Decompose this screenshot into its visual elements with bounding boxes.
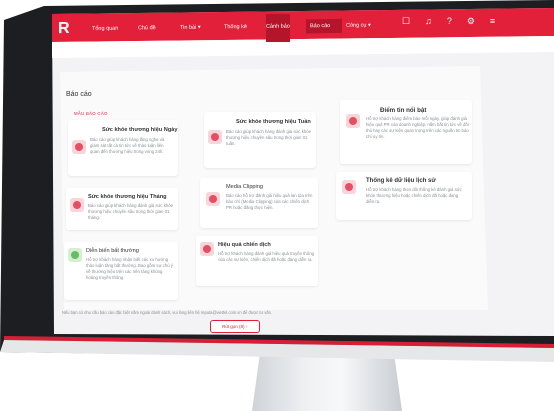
report-icon (346, 114, 360, 128)
card-title: Sức khỏe thương hiệu Tháng (88, 194, 167, 200)
card-desc: Báo cáo giúp khách hàng đánh giá sức khỏ… (88, 203, 174, 220)
nav-thong-ke[interactable]: Thống kê (220, 20, 262, 35)
menu-icon[interactable]: ≡ (490, 16, 495, 27)
bell-icon[interactable]: ♫ (425, 16, 432, 27)
card-title: Hiệu quả chiến dịch (218, 242, 271, 248)
report-icon (72, 140, 86, 154)
report-icon (70, 198, 84, 212)
page-title: Báo cáo (66, 91, 92, 98)
alert-icon (68, 248, 82, 262)
screen: R Tổng quan Chủ đề Tin bài ▾ Thống kê Cả… (0, 0, 554, 411)
nav-cong-cu[interactable]: Công cụ ▾ (342, 18, 386, 33)
help-icon[interactable]: ? (447, 16, 452, 27)
report-card-highlights[interactable]: Điểm tin nổi bật Hỗ trợ khách hàng điểm … (340, 100, 472, 164)
nav-tin-bai[interactable]: Tin bài ▾ (176, 20, 220, 35)
card-title: Media Clipping (226, 184, 264, 190)
report-card-campaign[interactable]: Hiệu quả chiến dịch Hỗ trợ khách hàng đá… (196, 236, 318, 286)
nav-canh-bao[interactable]: Cảnh báo (262, 19, 306, 34)
card-desc: Báo cáo giúp khách hàng đánh giá sức khỏ… (226, 129, 312, 146)
card-desc: Hỗ trợ khách hàng nhận biết các xu hướng… (86, 257, 173, 280)
gear-icon[interactable]: ⚙ (467, 16, 475, 27)
report-card-daily[interactable]: Sức khỏe thương hiệu Ngày Báo cáo giúp k… (68, 120, 178, 176)
card-desc: Báo cáo hỗ trợ đánh giá hiệu quả lan tỏa… (226, 193, 313, 210)
topbar-icons: ☐ ♫ ? ⚙ ≡ (402, 16, 495, 27)
notification-icon[interactable]: ☐ (402, 16, 410, 27)
card-desc: Hỗ trợ khách hàng đánh giá hiệu quả truy… (218, 251, 314, 262)
collapse-button[interactable]: Rút gọn (8) ↑ (210, 320, 260, 333)
card-desc: Hỗ trợ khách hàng theo dõi thống kê đánh… (366, 187, 462, 204)
nav-bao-cao[interactable]: Báo cáo (306, 18, 342, 34)
report-card-media-clipping[interactable]: Media Clipping Báo cáo hỗ trợ đánh giá h… (200, 178, 318, 228)
history-icon (342, 180, 356, 194)
nav-chu-de[interactable]: Chủ đề (134, 21, 176, 36)
section-label: MẪU BÁO CÁO (74, 111, 108, 116)
report-icon (208, 130, 222, 144)
card-desc: Báo cáo giúp khách hàng lắng nghe và giá… (90, 137, 165, 154)
card-title: Thống kê dữ liệu lịch sử (366, 178, 436, 184)
card-title: Điểm tin nổi bật (380, 107, 427, 114)
card-title: Diễn biến bất thường (86, 248, 139, 254)
report-card-anomaly[interactable]: Diễn biến bất thường Hỗ trợ khách hàng n… (64, 242, 178, 300)
clipping-icon (206, 192, 220, 206)
card-title: Sức khỏe thương hiệu Ngày (102, 127, 178, 133)
card-desc: Hỗ trợ khách hàng điểm báo mỗi ngày, giú… (366, 116, 469, 139)
footer-note: Nếu bạn có nhu cầu báo cáo đặc biệt nằm … (62, 310, 273, 315)
nav-tong-quan[interactable]: Tổng quan (88, 21, 134, 36)
report-card-monthly[interactable]: Sức khỏe thương hiệu Tháng Báo cáo giúp … (66, 188, 178, 230)
card-title: Sức khỏe thương hiệu Tuần (236, 119, 311, 125)
app-logo[interactable]: R (58, 20, 70, 38)
report-card-history[interactable]: Thống kê dữ liệu lịch sử Hỗ trợ khách hà… (336, 172, 472, 220)
report-card-weekly[interactable]: Sức khỏe thương hiệu Tuần Báo cáo giúp k… (204, 112, 316, 168)
campaign-icon (200, 242, 214, 256)
